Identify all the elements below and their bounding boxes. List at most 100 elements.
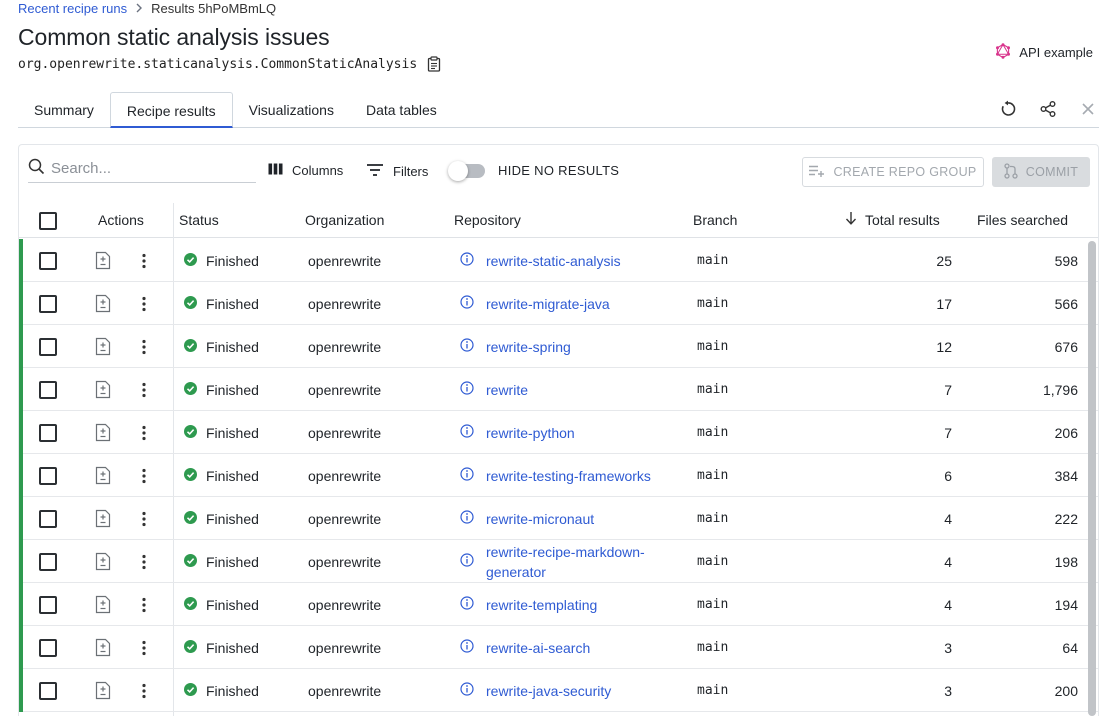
kebab-menu-icon[interactable] (135, 368, 153, 411)
header-organization[interactable]: Organization (305, 203, 384, 238)
status-text: Finished (206, 553, 259, 570)
header-files-searched[interactable]: Files searched (977, 203, 1068, 238)
repository-link[interactable]: rewrite-testing-frameworks (486, 466, 651, 486)
kebab-menu-icon[interactable] (135, 626, 153, 669)
row-checkbox[interactable] (39, 466, 57, 485)
table-row[interactable]: Finished openrewrite rewrite-ai-search m… (19, 626, 1098, 669)
diff-file-icon[interactable] (95, 454, 111, 497)
branch-cell: main (697, 583, 728, 626)
info-icon[interactable] (460, 424, 474, 441)
diff-file-icon[interactable] (95, 540, 111, 583)
kebab-menu-icon[interactable] (135, 325, 153, 368)
table-row[interactable]: Finished openrewrite rewrite-micronaut m… (19, 497, 1098, 540)
repository-link[interactable]: rewrite-spring (486, 337, 571, 357)
filters-button[interactable]: Filters (366, 163, 428, 180)
info-icon[interactable] (460, 381, 474, 398)
row-checkbox[interactable] (39, 595, 57, 614)
status-text: Finished (206, 252, 259, 269)
table-row[interactable]: Finished openrewrite rewrite-spring main… (19, 325, 1098, 368)
repository-link[interactable]: rewrite-templating (486, 595, 597, 615)
kebab-menu-icon[interactable] (135, 497, 153, 540)
info-icon[interactable] (460, 467, 474, 484)
info-icon[interactable] (460, 682, 474, 699)
info-icon[interactable] (460, 295, 474, 312)
row-checkbox[interactable] (39, 294, 57, 313)
tab-visualizations[interactable]: Visualizations (233, 92, 350, 128)
vertical-scrollbar[interactable] (1088, 241, 1096, 716)
table-row[interactable]: Finished openrewrite rewrite main 7 1,79… (19, 368, 1098, 411)
table-row[interactable]: Finished openrewrite rewrite-templating … (19, 583, 1098, 626)
diff-file-icon[interactable] (95, 239, 111, 282)
info-icon[interactable] (460, 338, 474, 355)
diff-file-icon[interactable] (95, 626, 111, 669)
row-checkbox[interactable] (39, 509, 57, 528)
refresh-icon[interactable] (997, 98, 1019, 120)
kebab-menu-icon[interactable] (135, 583, 153, 626)
repository-link[interactable]: rewrite-ai-search (486, 638, 590, 658)
row-checkbox[interactable] (39, 423, 57, 442)
row-checkbox[interactable] (39, 251, 57, 270)
select-all-checkbox[interactable] (39, 211, 57, 230)
table-row[interactable]: Finished openrewrite rewrite-recipe-mark… (19, 540, 1098, 583)
info-icon[interactable] (460, 553, 474, 570)
diff-file-icon[interactable] (95, 368, 111, 411)
kebab-menu-icon[interactable] (135, 669, 153, 712)
info-icon[interactable] (460, 639, 474, 656)
kebab-menu-icon[interactable] (135, 239, 153, 282)
kebab-menu-icon[interactable] (135, 282, 153, 325)
kebab-menu-icon[interactable] (135, 540, 153, 583)
breadcrumb-recent-runs-link[interactable]: Recent recipe runs (18, 1, 127, 16)
repository-link[interactable]: rewrite-migrate-java (486, 294, 610, 314)
commit-button[interactable]: COMMIT (992, 157, 1090, 187)
table-row[interactable]: Finished openrewrite rewrite-java-securi… (19, 669, 1098, 712)
scrollbar-thumb[interactable] (1088, 241, 1096, 716)
row-checkbox[interactable] (39, 638, 57, 657)
columns-button[interactable]: Columns (268, 163, 343, 178)
graphql-icon (995, 43, 1011, 62)
status-cell: Finished (184, 669, 259, 712)
table-row[interactable]: Finished openrewrite rewrite-testing-fra… (19, 454, 1098, 497)
diff-file-icon[interactable] (95, 282, 111, 325)
tab-recipe-results[interactable]: Recipe results (109, 92, 233, 128)
header-status[interactable]: Status (179, 203, 219, 238)
header-branch[interactable]: Branch (693, 203, 737, 238)
diff-file-icon[interactable] (95, 583, 111, 626)
filters-label: Filters (393, 164, 429, 179)
info-icon[interactable] (460, 596, 474, 613)
row-checkbox[interactable] (39, 380, 57, 399)
repository-link[interactable]: rewrite-micronaut (486, 509, 594, 529)
info-icon[interactable] (460, 252, 474, 269)
header-total-results[interactable]: Total results (845, 203, 940, 238)
total-results-cell: 4 (944, 497, 952, 540)
table-row[interactable]: Finished openrewrite rewrite-python main… (19, 411, 1098, 454)
tab-data-tables[interactable]: Data tables (350, 92, 453, 128)
copy-icon[interactable] (427, 56, 441, 72)
hide-no-results-toggle[interactable] (448, 160, 485, 181)
branch-cell: main (697, 282, 728, 325)
repository-link[interactable]: rewrite-recipe-markdown-generator (486, 542, 676, 582)
kebab-menu-icon[interactable] (135, 411, 153, 454)
row-checkbox[interactable] (39, 337, 57, 356)
row-checkbox[interactable] (39, 681, 57, 700)
table-row[interactable]: Finished openrewrite rewrite-migrate-jav… (19, 282, 1098, 325)
repository-link[interactable]: rewrite-python (486, 423, 575, 443)
kebab-menu-icon[interactable] (135, 454, 153, 497)
info-icon[interactable] (460, 510, 474, 527)
repository-link[interactable]: rewrite-java-security (486, 681, 611, 701)
diff-file-icon[interactable] (95, 411, 111, 454)
search-input[interactable] (51, 160, 241, 177)
tab-summary[interactable]: Summary (18, 92, 110, 128)
api-example-button[interactable]: API example (995, 43, 1093, 62)
share-icon[interactable] (1037, 98, 1059, 120)
diff-file-icon[interactable] (95, 497, 111, 540)
diff-file-icon[interactable] (95, 669, 111, 712)
repository-link[interactable]: rewrite (486, 380, 528, 400)
table-row[interactable]: Finished openrewrite rewrite-static-anal… (19, 239, 1098, 282)
create-repo-group-button[interactable]: CREATE REPO GROUP (802, 157, 984, 187)
diff-file-icon[interactable] (95, 325, 111, 368)
repository-link[interactable]: rewrite-static-analysis (486, 251, 621, 271)
organization-cell: openrewrite (308, 325, 381, 368)
close-icon[interactable] (1077, 98, 1099, 120)
row-checkbox[interactable] (39, 552, 57, 571)
header-repository[interactable]: Repository (454, 203, 521, 238)
